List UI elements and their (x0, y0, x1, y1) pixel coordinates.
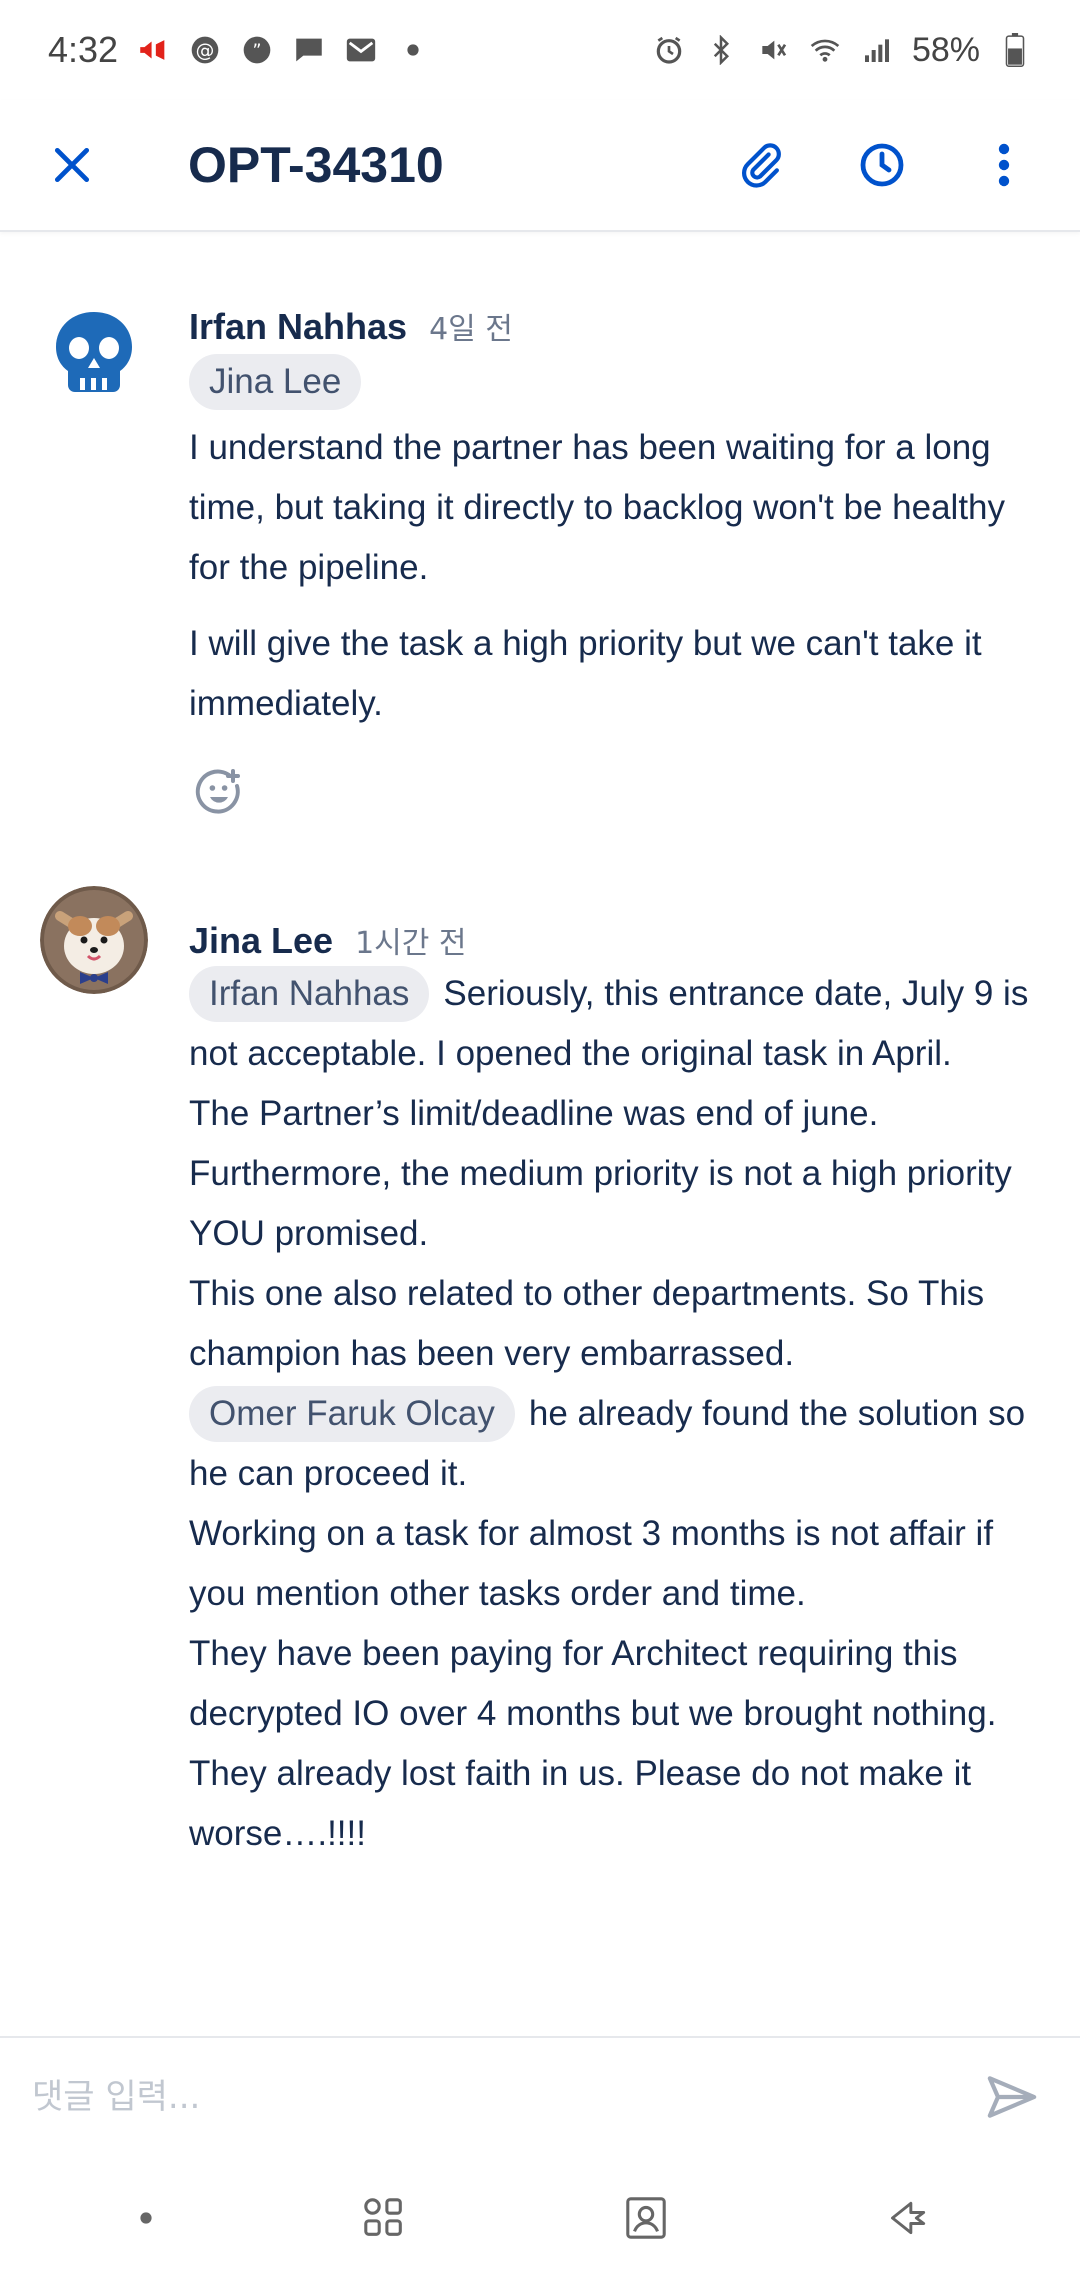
recent-apps-button[interactable] (339, 2173, 429, 2263)
comment-time: 4일 전 (429, 312, 513, 347)
svg-text:”: ” (253, 42, 262, 62)
bluetooth-icon (704, 33, 738, 67)
history-button[interactable] (846, 129, 918, 201)
recent-apps-icon (364, 2198, 402, 2236)
dot-icon (396, 33, 430, 67)
status-time: 4:32 (48, 29, 119, 70)
avatar[interactable] (40, 886, 148, 994)
dot-icon (140, 2212, 152, 2224)
mention-chip[interactable]: Jina Lee (189, 354, 362, 410)
close-icon (54, 147, 90, 183)
comment-time: 1시간 전 (355, 926, 467, 961)
home-button[interactable] (601, 2173, 691, 2263)
back-icon (890, 2201, 925, 2235)
system-nav-bar (0, 2156, 1080, 2280)
add-reaction-button[interactable] (189, 762, 249, 822)
send-button[interactable] (976, 2061, 1048, 2133)
mention-chip[interactable]: Omer Faruk Olcay (189, 1386, 515, 1442)
close-button[interactable] (40, 133, 104, 197)
comment-author[interactable]: Jina Lee (189, 920, 333, 962)
comment-author[interactable]: Irfan Nahhas (189, 306, 407, 348)
gmail-icon (344, 33, 378, 67)
comment-text: Working on a task for almost 3 months is… (189, 1514, 994, 1613)
more-vertical-icon (998, 143, 1010, 187)
comment-text: The Partner’s limit/deadline was end of … (189, 1094, 879, 1133)
app-bar: OPT-34310 (0, 100, 1080, 232)
mute-icon (756, 33, 790, 67)
comment-paragraph: I will give the task a high priority but… (189, 624, 982, 723)
comment-header: Irfan Nahhas 4일 전 (189, 304, 1040, 348)
comment-header: Jina Lee 1시간 전 (189, 918, 1040, 962)
page-title: OPT-34310 (188, 137, 444, 193)
status-bar: 4:32 @ ” 58% (0, 0, 1080, 100)
home-icon (626, 2197, 666, 2239)
back-button[interactable] (864, 2173, 954, 2263)
more-options-button[interactable] (968, 129, 1040, 201)
comment-body: Irfan Nahhas Seriously, this entrance dat… (189, 964, 1040, 1864)
svg-text:@: @ (196, 41, 215, 62)
comment-text: This one also related to other departmen… (189, 1274, 985, 1373)
nav-dot-button[interactable] (126, 2173, 166, 2263)
avatar[interactable] (40, 300, 148, 408)
megaphone-icon (136, 33, 170, 67)
mention-chip[interactable]: Irfan Nahhas (189, 966, 430, 1022)
comment: Jina Lee 1시간 전 Irfan Nahhas Seriously, th… (0, 886, 1080, 1864)
message-icon (292, 33, 326, 67)
add-reaction-icon (195, 769, 240, 814)
comment: Irfan Nahhas 4일 전 Jina Lee I understand … (0, 300, 1080, 822)
status-left: 4:32 @ ” (48, 29, 430, 71)
battery-percent: 58% (911, 30, 980, 69)
comment-composer (0, 2036, 1080, 2156)
battery-icon (998, 33, 1032, 67)
comment-input[interactable] (32, 2077, 976, 2117)
comment-paragraph: I understand the partner has been waitin… (189, 428, 1006, 587)
alarm-icon (652, 33, 686, 67)
send-icon (987, 2076, 1037, 2118)
wifi-icon (808, 33, 842, 67)
chat-bubble-icon: ” (240, 33, 274, 67)
threads-icon: @ (188, 33, 222, 67)
history-icon (860, 143, 904, 187)
comment-text: They have been paying for Architect requ… (189, 1634, 997, 1733)
comment-text: Furthermore, the medium priority is not … (189, 1154, 1012, 1253)
comment-text: They already lost faith in us. Please do… (189, 1754, 972, 1853)
attachment-icon (742, 143, 781, 188)
status-right: 58% (652, 31, 1032, 70)
attachment-button[interactable] (724, 129, 796, 201)
signal-icon (860, 33, 894, 67)
comments-list: Irfan Nahhas 4일 전 Jina Lee I understand … (0, 232, 1080, 2038)
